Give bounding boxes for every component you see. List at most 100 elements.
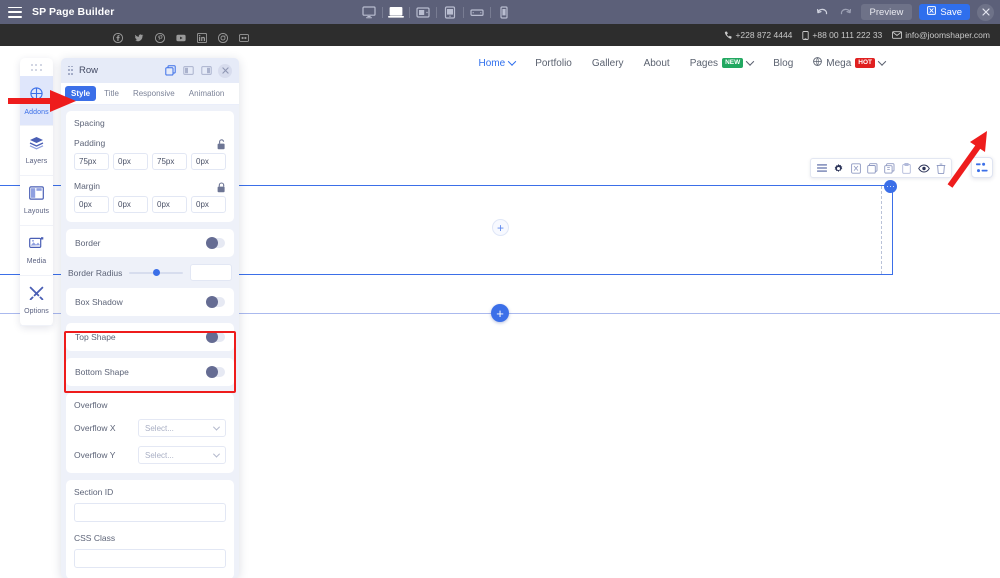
- nav-item-home[interactable]: Home: [479, 57, 517, 69]
- row-drag-handle[interactable]: [884, 180, 897, 193]
- add-addon-button[interactable]: +: [492, 219, 509, 236]
- device-laptop[interactable]: [383, 0, 409, 24]
- css-class-input[interactable]: [74, 549, 226, 568]
- save-button[interactable]: Save: [919, 4, 970, 20]
- lock-icon[interactable]: [217, 180, 226, 193]
- nav-item-label: Mega: [826, 57, 852, 69]
- sidebar-item-addons[interactable]: Addons: [20, 76, 53, 126]
- add-row-button[interactable]: +: [491, 304, 509, 322]
- sidebar-item-options[interactable]: Options: [20, 276, 53, 326]
- nav-item-blog[interactable]: Blog: [773, 58, 793, 69]
- tab-style[interactable]: Style: [65, 86, 97, 101]
- border-radius-input[interactable]: [190, 264, 232, 281]
- hamburger-icon[interactable]: [8, 6, 22, 18]
- margin-left-input[interactable]: 0px: [191, 196, 226, 213]
- panel-dock-left-icon[interactable]: [182, 65, 194, 77]
- identifiers-card: Section ID CSS Class: [66, 480, 234, 578]
- youtube-icon[interactable]: [176, 30, 186, 42]
- copy-icon[interactable]: [882, 160, 897, 176]
- panel-dock-right-icon[interactable]: [200, 65, 212, 77]
- overflow-x-select[interactable]: Select...: [138, 419, 226, 437]
- margin-label-row: Margin: [74, 180, 226, 193]
- border-row: Border: [66, 229, 234, 257]
- padding-bottom-input[interactable]: 75px: [152, 153, 187, 170]
- redo-icon[interactable]: [838, 4, 854, 20]
- instagram-icon[interactable]: [217, 30, 229, 44]
- duplicate-panel-icon[interactable]: [164, 65, 176, 77]
- margin-top-input[interactable]: 0px: [74, 196, 109, 213]
- nav-item-gallery[interactable]: Gallery: [592, 58, 624, 69]
- trash-icon[interactable]: [933, 160, 948, 176]
- paste-icon[interactable]: [899, 160, 914, 176]
- device-mobile-portrait[interactable]: [491, 0, 517, 24]
- border-radius-slider[interactable]: [129, 268, 183, 276]
- device-tablet-portrait[interactable]: [437, 0, 463, 24]
- flickr-icon[interactable]: [238, 30, 250, 42]
- sidebar-item-media[interactable]: Media: [20, 226, 53, 276]
- tab-title[interactable]: Title: [98, 86, 125, 101]
- overflow-y-label: Overflow Y: [74, 450, 116, 460]
- contact-phone-text: +228 872 4444: [735, 30, 793, 40]
- contact-email[interactable]: info@joomshaper.com: [892, 30, 990, 40]
- box-shadow-toggle[interactable]: [206, 296, 225, 308]
- section-id-input[interactable]: [74, 503, 226, 522]
- device-tablet-landscape[interactable]: [410, 0, 436, 24]
- tab-responsive[interactable]: Responsive: [127, 86, 181, 101]
- panel-header: Row: [61, 58, 239, 83]
- save-row-icon[interactable]: [848, 160, 863, 176]
- overflow-x-label: Overflow X: [74, 423, 116, 433]
- border-label: Border: [75, 238, 101, 248]
- layers-icon: [29, 136, 44, 155]
- contact-mobile[interactable]: +88 00 111 222 33: [802, 30, 882, 40]
- box-shadow-label: Box Shadow: [75, 297, 123, 307]
- drag-grip-icon[interactable]: [30, 64, 43, 72]
- margin-bottom-input[interactable]: 0px: [152, 196, 187, 213]
- nav-item-pages[interactable]: Pages NEW: [690, 57, 755, 69]
- pinterest-icon[interactable]: [154, 30, 166, 44]
- eye-icon[interactable]: [916, 160, 931, 176]
- margin-inputs: 0px 0px 0px 0px: [74, 196, 226, 213]
- linkedin-icon[interactable]: [196, 30, 208, 44]
- tab-animation[interactable]: Animation: [183, 86, 231, 101]
- undo-icon[interactable]: [815, 4, 831, 20]
- nav-item-mega[interactable]: Mega HOT: [813, 57, 887, 69]
- margin-right-input[interactable]: 0px: [113, 196, 148, 213]
- device-desktop[interactable]: [356, 0, 382, 24]
- duplicate-icon[interactable]: [865, 160, 880, 176]
- border-radius-label: Border Radius: [68, 267, 123, 278]
- unlock-icon[interactable]: [217, 137, 226, 150]
- column-settings-button[interactable]: [971, 157, 993, 178]
- bottom-shape-label: Bottom Shape: [75, 367, 129, 377]
- padding-inputs: 75px 0px 75px 0px: [74, 153, 226, 170]
- nav-item-about[interactable]: About: [644, 58, 670, 69]
- chevron-down-icon: [745, 57, 755, 66]
- rows-icon[interactable]: [814, 160, 829, 176]
- page-builder-app: SP Page Builder Preview Save +228 872 44…: [0, 0, 1000, 578]
- padding-left-input[interactable]: 0px: [191, 153, 226, 170]
- contact-info: +228 872 4444 +88 00 111 222 33 info@joo…: [724, 30, 990, 40]
- contact-phone[interactable]: +228 872 4444: [724, 30, 792, 40]
- spacing-title: Spacing: [74, 118, 105, 128]
- chevron-down-icon: [212, 423, 221, 431]
- drag-grip-icon[interactable]: [68, 65, 73, 76]
- border-toggle[interactable]: [206, 237, 225, 249]
- overflow-y-select[interactable]: Select...: [138, 446, 226, 464]
- top-shape-toggle[interactable]: [206, 331, 225, 343]
- padding-right-input[interactable]: 0px: [113, 153, 148, 170]
- column-layout-icon: [976, 162, 988, 172]
- bottom-shape-toggle[interactable]: [206, 366, 225, 378]
- row-toolbar: [810, 158, 952, 178]
- padding-top-input[interactable]: 75px: [74, 153, 109, 170]
- panel-close-button[interactable]: [218, 63, 232, 78]
- panel-title: Row: [79, 65, 99, 76]
- twitter-icon[interactable]: [134, 30, 144, 42]
- sidebar-item-layers[interactable]: Layers: [20, 126, 53, 176]
- device-mobile-landscape[interactable]: [464, 0, 490, 24]
- row-settings-panel: Row Style Title Responsive Animation Spa…: [61, 58, 239, 578]
- gear-icon[interactable]: [831, 160, 846, 176]
- sidebar-item-layouts[interactable]: Layouts: [20, 176, 53, 226]
- nav-item-portfolio[interactable]: Portfolio: [535, 58, 572, 69]
- close-builder-button[interactable]: [977, 3, 994, 21]
- facebook-icon[interactable]: [112, 30, 124, 44]
- preview-button[interactable]: Preview: [860, 4, 913, 20]
